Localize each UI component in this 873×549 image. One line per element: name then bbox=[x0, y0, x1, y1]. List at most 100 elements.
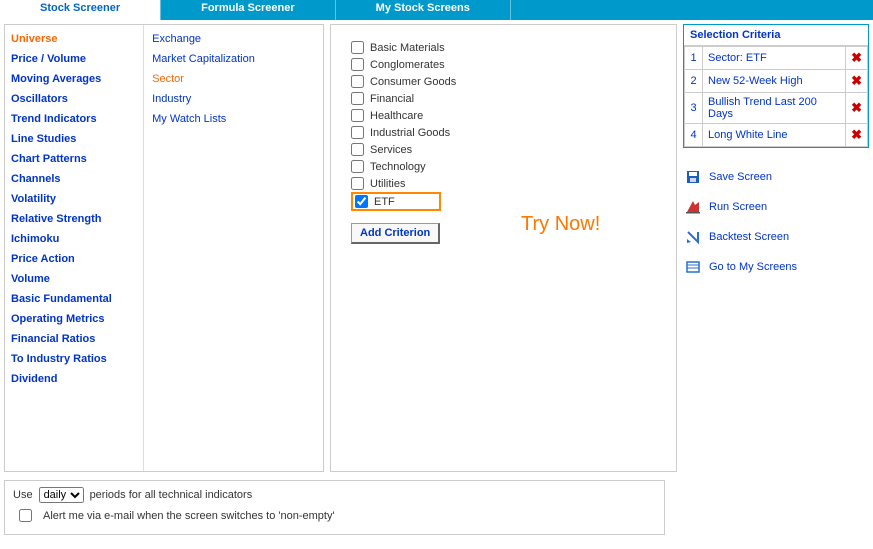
sector-checkbox[interactable] bbox=[351, 109, 364, 122]
category-item[interactable]: Oscillators bbox=[11, 89, 137, 109]
remove-icon[interactable]: ✖ bbox=[851, 127, 862, 142]
sub-category-item[interactable]: Sector bbox=[152, 69, 315, 89]
category-item[interactable]: Price Action bbox=[11, 249, 137, 269]
category-item[interactable]: Dividend bbox=[11, 369, 137, 389]
remove-icon[interactable]: ✖ bbox=[851, 50, 862, 65]
category-item[interactable]: Chart Patterns bbox=[11, 149, 137, 169]
sector-label: Services bbox=[370, 144, 412, 156]
category-item[interactable]: Operating Metrics bbox=[11, 309, 137, 329]
criteria-name[interactable]: Sector: ETF bbox=[703, 47, 846, 70]
sector-checkbox[interactable] bbox=[351, 177, 364, 190]
sector-label: Financial bbox=[370, 93, 414, 105]
criteria-number: 1 bbox=[685, 47, 703, 70]
add-criterion-button[interactable]: Add Criterion bbox=[351, 223, 440, 244]
save-screen-label: Save Screen bbox=[709, 171, 772, 183]
category-list: UniversePrice / VolumeMoving AveragesOsc… bbox=[5, 25, 144, 471]
run-screen-link[interactable]: Run Screen bbox=[683, 192, 869, 222]
category-item[interactable]: Financial Ratios bbox=[11, 329, 137, 349]
sector-checkbox[interactable] bbox=[351, 92, 364, 105]
criteria-number: 3 bbox=[685, 93, 703, 124]
criteria-name[interactable]: Bullish Trend Last 200 Days bbox=[703, 93, 846, 124]
criteria-remove-cell: ✖ bbox=[846, 47, 868, 70]
sector-checkbox[interactable] bbox=[351, 75, 364, 88]
alert-checkbox[interactable] bbox=[19, 509, 32, 522]
sub-category-item[interactable]: My Watch Lists bbox=[152, 109, 315, 129]
alert-label: Alert me via e-mail when the screen swit… bbox=[43, 510, 335, 522]
save-screen-link[interactable]: Save Screen bbox=[683, 162, 869, 192]
category-item[interactable]: Relative Strength bbox=[11, 209, 137, 229]
backtest-screen-label: Backtest Screen bbox=[709, 231, 789, 243]
criteria-name[interactable]: Long White Line bbox=[703, 124, 846, 147]
category-item[interactable]: Volatility bbox=[11, 189, 137, 209]
criteria-row: 3Bullish Trend Last 200 Days ✖ bbox=[685, 93, 868, 124]
criteria-number: 4 bbox=[685, 124, 703, 147]
sub-category-item[interactable]: Industry bbox=[152, 89, 315, 109]
criteria-row: 4Long White Line ✖ bbox=[685, 124, 868, 147]
criteria-row: 2New 52-Week High ✖ bbox=[685, 70, 868, 93]
criteria-name[interactable]: New 52-Week High bbox=[703, 70, 846, 93]
tab-formula-screener[interactable]: Formula Screener bbox=[161, 0, 336, 20]
remove-icon[interactable]: ✖ bbox=[851, 100, 862, 115]
run-icon bbox=[685, 199, 701, 215]
sector-checkbox[interactable] bbox=[351, 58, 364, 71]
bottom-settings-panel: Use daily periods for all technical indi… bbox=[4, 480, 665, 535]
sector-label: Conglomerates bbox=[370, 59, 445, 71]
sub-category-item[interactable]: Exchange bbox=[152, 29, 315, 49]
category-item[interactable]: Channels bbox=[11, 169, 137, 189]
category-item[interactable]: Basic Fundamental bbox=[11, 289, 137, 309]
selection-criteria-header: Selection Criteria bbox=[684, 25, 868, 46]
period-select[interactable]: daily bbox=[39, 487, 84, 503]
category-item[interactable]: Ichimoku bbox=[11, 229, 137, 249]
save-icon bbox=[685, 169, 701, 185]
run-screen-label: Run Screen bbox=[709, 201, 767, 213]
category-item[interactable]: Universe bbox=[11, 29, 137, 49]
category-item[interactable]: Volume bbox=[11, 269, 137, 289]
use-label: Use bbox=[13, 489, 33, 501]
tab-bar: Stock Screener Formula Screener My Stock… bbox=[0, 0, 873, 20]
right-panel: Selection Criteria 1Sector: ETF✖2New 52-… bbox=[683, 24, 869, 472]
sector-row: Basic Materials bbox=[351, 39, 656, 56]
criteria-remove-cell: ✖ bbox=[846, 124, 868, 147]
category-item[interactable]: Line Studies bbox=[11, 129, 137, 149]
criteria-options-panel: Basic Materials Conglomerates Consumer Goo… bbox=[330, 24, 677, 472]
category-item[interactable]: Trend Indicators bbox=[11, 109, 137, 129]
category-item[interactable]: Price / Volume bbox=[11, 49, 137, 69]
sector-row: Industrial Goods bbox=[351, 124, 656, 141]
selection-criteria-box: Selection Criteria 1Sector: ETF✖2New 52-… bbox=[683, 24, 869, 148]
sector-checkbox[interactable] bbox=[351, 160, 364, 173]
sector-row: Financial bbox=[351, 90, 656, 107]
criteria-remove-cell: ✖ bbox=[846, 93, 868, 124]
tab-stock-screener[interactable]: Stock Screener bbox=[0, 0, 161, 20]
sector-label: Industrial Goods bbox=[370, 127, 450, 139]
go-to-my-screens-label: Go to My Screens bbox=[709, 261, 797, 273]
criteria-number: 2 bbox=[685, 70, 703, 93]
sector-row: Technology bbox=[351, 158, 656, 175]
sector-checkbox[interactable] bbox=[355, 195, 368, 208]
sector-checkbox[interactable] bbox=[351, 41, 364, 54]
sector-label: ETF bbox=[374, 196, 395, 208]
sector-row: Services bbox=[351, 141, 656, 158]
sector-row: Healthcare bbox=[351, 107, 656, 124]
sub-category-item[interactable]: Market Capitalization bbox=[152, 49, 315, 69]
left-panel: UniversePrice / VolumeMoving AveragesOsc… bbox=[4, 24, 324, 472]
screens-icon bbox=[685, 259, 701, 275]
sub-category-list: ExchangeMarket CapitalizationSectorIndus… bbox=[144, 25, 323, 471]
category-item[interactable]: To Industry Ratios bbox=[11, 349, 137, 369]
backtest-icon bbox=[685, 229, 701, 245]
sector-label: Consumer Goods bbox=[370, 76, 456, 88]
criteria-remove-cell: ✖ bbox=[846, 70, 868, 93]
sector-label: Healthcare bbox=[370, 110, 423, 122]
remove-icon[interactable]: ✖ bbox=[851, 73, 862, 88]
sector-row: Consumer Goods bbox=[351, 73, 656, 90]
periods-suffix-label: periods for all technical indicators bbox=[90, 489, 253, 501]
try-now-label: Try Now! bbox=[521, 213, 600, 236]
category-item[interactable]: Moving Averages bbox=[11, 69, 137, 89]
sector-label: Technology bbox=[370, 161, 426, 173]
backtest-screen-link[interactable]: Backtest Screen bbox=[683, 222, 869, 252]
sector-checkbox[interactable] bbox=[351, 126, 364, 139]
go-to-my-screens-link[interactable]: Go to My Screens bbox=[683, 252, 869, 282]
sector-label: Basic Materials bbox=[370, 42, 445, 54]
tab-my-stock-screens[interactable]: My Stock Screens bbox=[336, 0, 511, 20]
sector-row: ETF bbox=[351, 192, 441, 211]
sector-checkbox[interactable] bbox=[351, 143, 364, 156]
